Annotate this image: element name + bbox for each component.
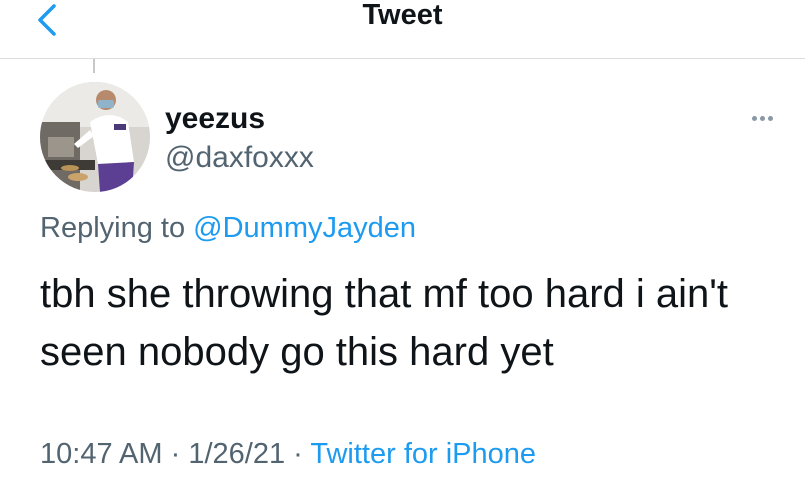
- avatar[interactable]: [40, 82, 150, 192]
- author-name[interactable]: yeezus: [165, 102, 265, 136]
- page-title: Tweet: [362, 0, 443, 31]
- tweet-metadata: 10:47 AM · 1/26/21 · Twitter for iPhone: [40, 436, 536, 472]
- more-dots-icon: [760, 116, 765, 121]
- avatar-photo: [40, 82, 150, 192]
- more-dots-icon: [752, 116, 757, 121]
- author-handle[interactable]: @daxfoxxx: [165, 140, 314, 176]
- replying-to-handle-link[interactable]: @DummyJayden: [193, 212, 416, 244]
- more-options-button[interactable]: [752, 108, 788, 124]
- meta-separator: ·: [293, 438, 303, 470]
- more-dots-icon: [768, 116, 773, 121]
- replying-to-line: Replying to @DummyJayden: [40, 210, 416, 246]
- top-nav-bar: Tweet: [0, 0, 805, 59]
- tweet-source-link[interactable]: Twitter for iPhone: [310, 438, 536, 470]
- meta-separator: ·: [170, 438, 181, 470]
- thread-connector-line: [93, 59, 95, 73]
- tweet-time: 10:47 AM: [40, 438, 163, 470]
- replying-to-label: Replying to: [40, 212, 186, 244]
- tweet-date: 1/26/21: [188, 438, 286, 470]
- tweet-text: tbh she throwing that mf too hard i ain'…: [40, 272, 729, 374]
